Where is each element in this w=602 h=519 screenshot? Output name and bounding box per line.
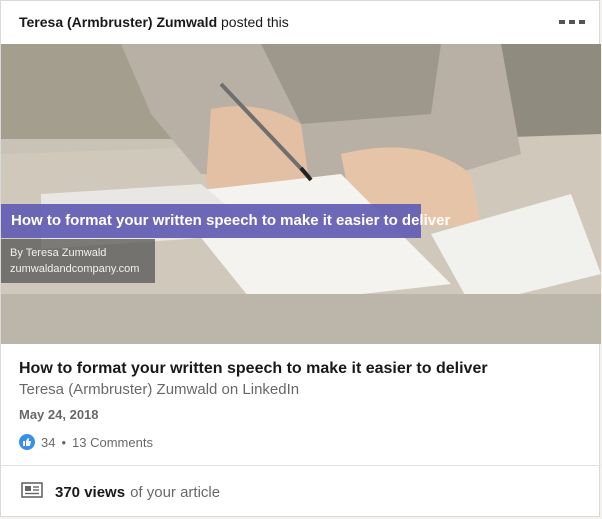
author-name[interactable]: Teresa (Armbruster) Zumwald	[19, 14, 217, 30]
divider	[1, 465, 601, 466]
post-card: Teresa (Armbruster) Zumwald posted this …	[0, 0, 601, 517]
overlay-domain: zumwaldandcompany.com	[10, 263, 140, 275]
article-icon	[21, 482, 43, 502]
hero-photo	[1, 44, 601, 344]
article-date: May 24, 2018	[19, 407, 99, 422]
comments-count[interactable]: 13 Comments	[72, 435, 153, 450]
reaction-count[interactable]: 34	[41, 435, 55, 450]
post-header: Teresa (Armbruster) Zumwald posted this	[1, 1, 601, 44]
views-suffix: of your article	[130, 483, 221, 501]
overlay-title: How to format your written speech to mak…	[1, 204, 450, 238]
ellipsis-icon[interactable]	[559, 13, 585, 31]
post-header-text: Teresa (Armbruster) Zumwald posted this	[19, 14, 289, 30]
like-icon[interactable]	[19, 434, 35, 450]
overlay-source: By Teresa Zumwald zumwaldandcompany.com	[1, 239, 155, 283]
article-image[interactable]: How to format your written speech to mak…	[1, 44, 601, 344]
article-title[interactable]: How to format your written speech to mak…	[19, 360, 488, 378]
views-count: 370 views	[55, 483, 126, 501]
post-action-text: posted this	[221, 14, 289, 30]
social-counts: 34 • 13 Comments	[19, 434, 153, 450]
article-subtitle: Teresa (Armbruster) Zumwald on LinkedIn	[19, 381, 300, 398]
article-views[interactable]: 370 views of your article	[21, 482, 220, 502]
separator-dot: •	[61, 434, 67, 450]
overlay-byline: By Teresa Zumwald	[10, 247, 107, 259]
